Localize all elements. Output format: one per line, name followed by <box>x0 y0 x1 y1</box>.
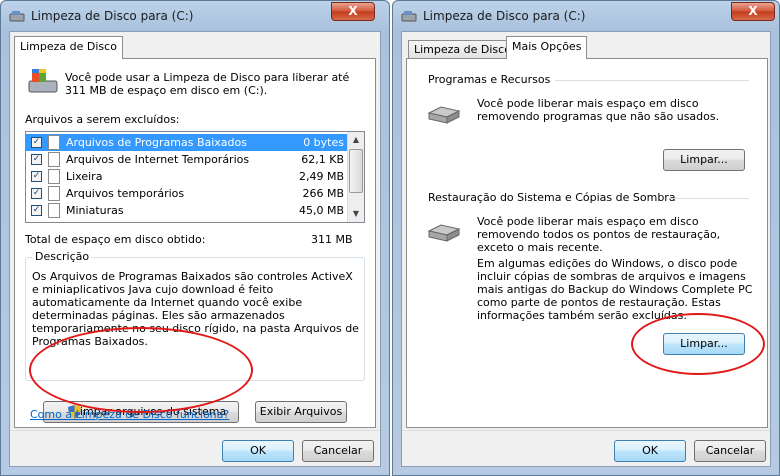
files-list[interactable]: ✓ Arquivos de Programas Baixados 0 bytes… <box>25 131 365 223</box>
scroll-thumb[interactable] <box>349 149 363 193</box>
file-name: Arquivos temporários <box>66 187 185 200</box>
cancel-button[interactable]: Cancelar <box>302 440 374 462</box>
file-size: 62,1 KB <box>301 153 344 166</box>
file-name: Arquivos de Internet Temporários <box>66 153 250 166</box>
restore-note: Em algumas edições do Windows, o disco p… <box>477 257 753 322</box>
file-name: Miniaturas <box>66 204 124 217</box>
checkbox[interactable]: ✓ <box>31 137 42 148</box>
restore-title: Restauração do Sistema e Cópias de Sombr… <box>425 191 679 204</box>
programs-text: Você pode liberar mais espaço em disco r… <box>477 97 720 123</box>
recycle-bin-icon <box>48 169 60 184</box>
programs-cleanup-button[interactable]: Limpar... <box>663 149 745 171</box>
separator <box>402 430 770 431</box>
file-icon <box>48 203 60 218</box>
list-item[interactable]: ✓ Miniaturas 45,0 MB <box>26 202 348 219</box>
description-text: Os Arquivos de Programas Baixados são co… <box>32 270 359 348</box>
file-icon <box>48 135 60 150</box>
list-item[interactable]: ✓ Arquivos temporários 266 MB <box>26 185 348 202</box>
list-item[interactable]: ✓ Arquivos de Internet Temporários 62,1 … <box>26 151 348 168</box>
disk-cleanup-icon <box>9 11 25 22</box>
title-bar[interactable]: Limpeza de Disco para (C:) X <box>1 1 389 31</box>
checkbox[interactable]: ✓ <box>31 154 42 165</box>
list-item[interactable]: ✓ Lixeira 2,49 MB <box>26 168 348 185</box>
disk-cleanup-icon <box>401 11 417 22</box>
close-button[interactable]: X <box>731 2 775 21</box>
close-button[interactable]: X <box>331 2 375 21</box>
title-bar[interactable]: Limpeza de Disco para (C:) X <box>393 1 779 31</box>
separator <box>10 430 380 431</box>
description-group: Descrição Os Arquivos de Programas Baixa… <box>25 250 365 381</box>
files-label: Arquivos a serem excluídos: <box>25 113 180 126</box>
tab-disk-cleanup[interactable]: Limpeza de Disco <box>14 36 123 59</box>
tab-panel: Programas e Recursos Você pode liberar m… <box>406 58 768 428</box>
list-item[interactable]: ✓ Arquivos de Programas Baixados 0 bytes <box>26 134 348 151</box>
cancel-button[interactable]: Cancelar <box>694 440 766 462</box>
disk-cleanup-window-right: Limpeza de Disco para (C:) X Limpeza de … <box>392 0 780 476</box>
hard-drive-icon <box>427 106 461 124</box>
intro-text: Você pode usar a Limpeza de Disco para l… <box>65 71 350 97</box>
restore-cleanup-button[interactable]: Limpar... <box>663 333 745 355</box>
file-name: Lixeira <box>66 170 103 183</box>
scroll-up-icon[interactable]: ▲ <box>348 132 364 148</box>
tab-panel: Você pode usar a Limpeza de Disco para l… <box>14 58 376 428</box>
separator <box>669 198 749 199</box>
file-size: 266 MB <box>302 187 344 200</box>
file-size: 2,49 MB <box>298 170 344 183</box>
file-icon <box>48 152 60 167</box>
file-size: 45,0 MB <box>298 204 344 217</box>
checkbox[interactable]: ✓ <box>31 188 42 199</box>
window-title: Limpeza de Disco para (C:) <box>423 9 586 23</box>
separator <box>555 80 749 81</box>
file-icon <box>48 186 60 201</box>
disk-cleanup-window-left: Limpeza de Disco para (C:) X Limpeza de … <box>0 0 390 476</box>
hard-drive-icon <box>427 224 461 242</box>
disk-cleanup-icon <box>28 69 58 93</box>
view-files-button[interactable]: Exibir Arquivos <box>255 401 347 423</box>
restore-text: Você pode liberar mais espaço em disco r… <box>477 215 721 254</box>
dialog-client: Limpeza de Disco Mais Opções Programas e… <box>401 31 771 467</box>
tab-disk-cleanup[interactable]: Limpeza de Disco <box>408 40 517 59</box>
total-label: Total de espaço em disco obtido: <box>25 233 206 246</box>
ok-button[interactable]: OK <box>614 440 686 462</box>
description-title: Descrição <box>32 250 93 263</box>
ok-button[interactable]: OK <box>222 440 294 462</box>
scroll-down-icon[interactable]: ▼ <box>348 206 364 222</box>
dialog-client: Limpeza de Disco Você pode usar a Limpez… <box>9 31 381 467</box>
file-name: Arquivos de Programas Baixados <box>66 136 247 149</box>
checkbox[interactable]: ✓ <box>31 171 42 182</box>
programs-title: Programas e Recursos <box>425 73 554 86</box>
total-value: 311 MB <box>311 233 353 246</box>
list-scrollbar[interactable]: ▲ ▼ <box>347 132 364 222</box>
help-link[interactable]: Como a Limpeza de Disco funciona? <box>30 408 229 421</box>
checkbox[interactable]: ✓ <box>31 205 42 216</box>
tab-more-options[interactable]: Mais Opções <box>506 36 588 59</box>
window-title: Limpeza de Disco para (C:) <box>31 9 194 23</box>
file-size: 0 bytes <box>303 136 344 149</box>
